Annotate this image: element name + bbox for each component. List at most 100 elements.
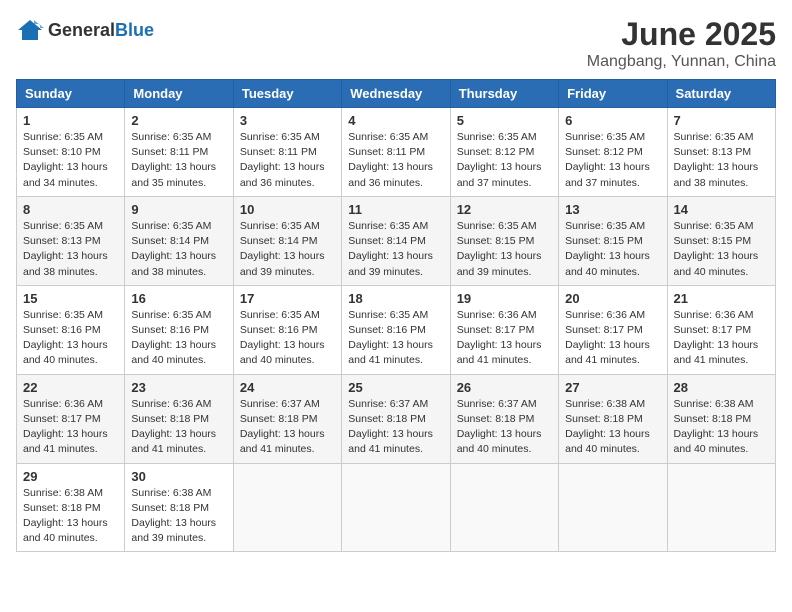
day-info: Sunrise: 6:35 AMSunset: 8:12 PMDaylight:… xyxy=(565,130,660,191)
day-number: 29 xyxy=(23,469,118,484)
day-number: 26 xyxy=(457,380,552,395)
logo-blue: Blue xyxy=(115,20,154,41)
day-info: Sunrise: 6:37 AMSunset: 8:18 PMDaylight:… xyxy=(457,397,552,458)
calendar-body: 1Sunrise: 6:35 AMSunset: 8:10 PMDaylight… xyxy=(17,108,776,552)
day-number: 12 xyxy=(457,202,552,217)
day-info: Sunrise: 6:35 AMSunset: 8:12 PMDaylight:… xyxy=(457,130,552,191)
day-number: 18 xyxy=(348,291,443,306)
day-number: 3 xyxy=(240,113,335,128)
calendar-header: Sunday Monday Tuesday Wednesday Thursday… xyxy=(17,80,776,108)
day-info: Sunrise: 6:35 AMSunset: 8:15 PMDaylight:… xyxy=(565,219,660,280)
day-number: 14 xyxy=(674,202,769,217)
calendar-cell: 24 Sunrise: 6:37 AMSunset: 8:18 PMDayligh… xyxy=(233,374,341,463)
day-number: 20 xyxy=(565,291,660,306)
title-area: June 2025 Mangbang, Yunnan, China xyxy=(587,16,776,71)
day-number: 15 xyxy=(23,291,118,306)
page-header: GeneralBlue June 2025 Mangbang, Yunnan, … xyxy=(16,16,776,71)
calendar-cell: 28 Sunrise: 6:38 AMSunset: 8:18 PMDayligh… xyxy=(667,374,775,463)
calendar-cell: 18 Sunrise: 6:35 AMSunset: 8:16 PMDayligh… xyxy=(342,285,450,374)
day-info: Sunrise: 6:36 AMSunset: 8:17 PMDaylight:… xyxy=(23,397,118,458)
calendar-cell: 1Sunrise: 6:35 AMSunset: 8:10 PMDaylight… xyxy=(17,108,125,197)
calendar-cell: 27 Sunrise: 6:38 AMSunset: 8:18 PMDayligh… xyxy=(559,374,667,463)
day-info: Sunrise: 6:37 AMSunset: 8:18 PMDaylight:… xyxy=(348,397,443,458)
day-number: 25 xyxy=(348,380,443,395)
day-info: Sunrise: 6:35 AMSunset: 8:14 PMDaylight:… xyxy=(131,219,226,280)
day-number: 7 xyxy=(674,113,769,128)
calendar-cell: 22 Sunrise: 6:36 AMSunset: 8:17 PMDayligh… xyxy=(17,374,125,463)
day-info: Sunrise: 6:37 AMSunset: 8:18 PMDaylight:… xyxy=(240,397,335,458)
calendar-cell: 5 Sunrise: 6:35 AMSunset: 8:12 PMDaylight… xyxy=(450,108,558,197)
calendar-week-row: 8Sunrise: 6:35 AMSunset: 8:13 PMDaylight… xyxy=(17,196,776,285)
header-thursday: Thursday xyxy=(450,80,558,108)
day-number: 28 xyxy=(674,380,769,395)
calendar-cell: 26 Sunrise: 6:37 AMSunset: 8:18 PMDayligh… xyxy=(450,374,558,463)
day-number: 21 xyxy=(674,291,769,306)
header-wednesday: Wednesday xyxy=(342,80,450,108)
calendar-cell: 14 Sunrise: 6:35 AMSunset: 8:15 PMDayligh… xyxy=(667,196,775,285)
day-number: 11 xyxy=(348,202,443,217)
calendar-cell: 12 Sunrise: 6:35 AMSunset: 8:15 PMDayligh… xyxy=(450,196,558,285)
calendar-cell: 20 Sunrise: 6:36 AMSunset: 8:17 PMDayligh… xyxy=(559,285,667,374)
day-number: 27 xyxy=(565,380,660,395)
logo: GeneralBlue xyxy=(16,16,154,44)
calendar-cell xyxy=(233,463,341,552)
day-info: Sunrise: 6:35 AMSunset: 8:15 PMDaylight:… xyxy=(674,219,769,280)
weekday-row: Sunday Monday Tuesday Wednesday Thursday… xyxy=(17,80,776,108)
logo-text: GeneralBlue xyxy=(48,20,154,41)
calendar-cell: 13Sunrise: 6:35 AMSunset: 8:15 PMDayligh… xyxy=(559,196,667,285)
calendar-week-row: 1Sunrise: 6:35 AMSunset: 8:10 PMDaylight… xyxy=(17,108,776,197)
day-number: 19 xyxy=(457,291,552,306)
calendar-cell: 3Sunrise: 6:35 AMSunset: 8:11 PMDaylight… xyxy=(233,108,341,197)
calendar-cell: 17Sunrise: 6:35 AMSunset: 8:16 PMDayligh… xyxy=(233,285,341,374)
day-info: Sunrise: 6:35 AMSunset: 8:11 PMDaylight:… xyxy=(348,130,443,191)
calendar-cell: 7Sunrise: 6:35 AMSunset: 8:13 PMDaylight… xyxy=(667,108,775,197)
calendar-cell: 19Sunrise: 6:36 AMSunset: 8:17 PMDayligh… xyxy=(450,285,558,374)
day-info: Sunrise: 6:36 AMSunset: 8:17 PMDaylight:… xyxy=(565,308,660,369)
day-number: 6 xyxy=(565,113,660,128)
calendar-cell: 16Sunrise: 6:35 AMSunset: 8:16 PMDayligh… xyxy=(125,285,233,374)
day-info: Sunrise: 6:35 AMSunset: 8:14 PMDaylight:… xyxy=(348,219,443,280)
day-info: Sunrise: 6:38 AMSunset: 8:18 PMDaylight:… xyxy=(565,397,660,458)
logo-icon xyxy=(16,16,44,44)
day-info: Sunrise: 6:38 AMSunset: 8:18 PMDaylight:… xyxy=(674,397,769,458)
day-info: Sunrise: 6:36 AMSunset: 8:18 PMDaylight:… xyxy=(131,397,226,458)
calendar-cell: 30Sunrise: 6:38 AMSunset: 8:18 PMDayligh… xyxy=(125,463,233,552)
header-friday: Friday xyxy=(559,80,667,108)
calendar-cell xyxy=(450,463,558,552)
day-info: Sunrise: 6:35 AMSunset: 8:13 PMDaylight:… xyxy=(23,219,118,280)
day-info: Sunrise: 6:35 AMSunset: 8:16 PMDaylight:… xyxy=(240,308,335,369)
header-sunday: Sunday xyxy=(17,80,125,108)
day-number: 2 xyxy=(131,113,226,128)
day-number: 10 xyxy=(240,202,335,217)
day-info: Sunrise: 6:35 AMSunset: 8:15 PMDaylight:… xyxy=(457,219,552,280)
calendar-week-row: 15 Sunrise: 6:35 AMSunset: 8:16 PMDayligh… xyxy=(17,285,776,374)
day-info: Sunrise: 6:36 AMSunset: 8:17 PMDaylight:… xyxy=(674,308,769,369)
day-info: Sunrise: 6:35 AMSunset: 8:16 PMDaylight:… xyxy=(23,308,118,369)
day-number: 30 xyxy=(131,469,226,484)
day-number: 4 xyxy=(348,113,443,128)
day-info: Sunrise: 6:35 AMSunset: 8:11 PMDaylight:… xyxy=(131,130,226,191)
location-subtitle: Mangbang, Yunnan, China xyxy=(587,53,776,71)
day-info: Sunrise: 6:35 AMSunset: 8:16 PMDaylight:… xyxy=(131,308,226,369)
calendar-cell xyxy=(559,463,667,552)
day-info: Sunrise: 6:35 AMSunset: 8:16 PMDaylight:… xyxy=(348,308,443,369)
day-number: 24 xyxy=(240,380,335,395)
calendar-cell xyxy=(342,463,450,552)
calendar-cell: 9Sunrise: 6:35 AMSunset: 8:14 PMDaylight… xyxy=(125,196,233,285)
day-info: Sunrise: 6:38 AMSunset: 8:18 PMDaylight:… xyxy=(23,486,118,547)
calendar-cell: 25 Sunrise: 6:37 AMSunset: 8:18 PMDayligh… xyxy=(342,374,450,463)
day-number: 5 xyxy=(457,113,552,128)
header-saturday: Saturday xyxy=(667,80,775,108)
day-number: 22 xyxy=(23,380,118,395)
calendar-cell: 2 Sunrise: 6:35 AMSunset: 8:11 PMDaylight… xyxy=(125,108,233,197)
calendar-cell: 8Sunrise: 6:35 AMSunset: 8:13 PMDaylight… xyxy=(17,196,125,285)
month-year-title: June 2025 xyxy=(587,16,776,53)
calendar-week-row: 29 Sunrise: 6:38 AMSunset: 8:18 PMDayligh… xyxy=(17,463,776,552)
calendar-cell: 23Sunrise: 6:36 AMSunset: 8:18 PMDayligh… xyxy=(125,374,233,463)
calendar-cell: 29 Sunrise: 6:38 AMSunset: 8:18 PMDayligh… xyxy=(17,463,125,552)
calendar-cell: 15 Sunrise: 6:35 AMSunset: 8:16 PMDayligh… xyxy=(17,285,125,374)
calendar-cell: 11 Sunrise: 6:35 AMSunset: 8:14 PMDayligh… xyxy=(342,196,450,285)
day-info: Sunrise: 6:35 AMSunset: 8:14 PMDaylight:… xyxy=(240,219,335,280)
header-tuesday: Tuesday xyxy=(233,80,341,108)
day-info: Sunrise: 6:35 AMSunset: 8:10 PMDaylight:… xyxy=(23,130,118,191)
